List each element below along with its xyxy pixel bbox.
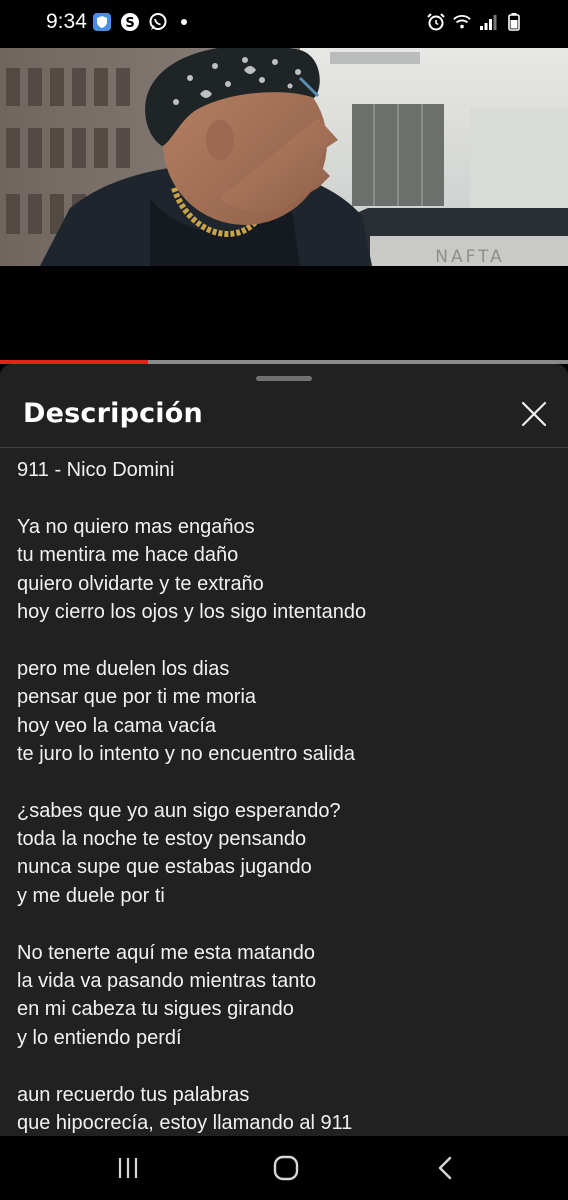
- shield-app-icon: [92, 12, 112, 32]
- video-title-line: 911 - Nico Domini: [17, 459, 175, 481]
- lyric-line: pensar que por ti me moria: [17, 686, 257, 709]
- video-frame[interactable]: NAFTA: [0, 48, 568, 266]
- status-bar: 9:34 S: [0, 0, 568, 48]
- notification-dot-icon: [176, 12, 196, 32]
- lyric-line: y me duele por ti: [17, 884, 165, 907]
- close-icon: [521, 401, 547, 427]
- lyric-line: Ya no quiero mas engaños: [17, 515, 255, 538]
- signal-icon: [478, 12, 498, 32]
- lyric-line: y lo entiendo perdí: [17, 1026, 182, 1049]
- lyric-line: ¿sabes que yo aun sigo esperando?: [17, 799, 341, 822]
- stanza-gap: [17, 768, 557, 796]
- panel-divider: [0, 447, 568, 448]
- stanza-gap: [17, 626, 557, 654]
- lyric-line: aun recuerdo tus palabras: [17, 1083, 250, 1106]
- recent-apps-button[interactable]: [106, 1150, 150, 1186]
- lyric-line: tu mentira me hace daño: [17, 544, 239, 567]
- whatsapp-icon: [148, 12, 168, 32]
- lyric-line: que hipocrecía, estoy llamando al 911: [17, 1111, 353, 1134]
- lyric-line: toda la noche te estoy pensando: [17, 828, 307, 851]
- stanza-gap: [17, 484, 557, 512]
- battery-icon: [504, 12, 524, 32]
- lyric-line: nunca supe que estabas jugando: [17, 856, 312, 879]
- stanza-gap: [17, 910, 557, 938]
- lyric-line: la vida va pasando mientras tanto: [17, 970, 317, 993]
- lyric-line: No tenerte aquí me esta matando: [17, 941, 315, 964]
- lyric-line: pero me duelen los dias: [17, 657, 230, 680]
- s-circle-icon: S: [120, 12, 140, 32]
- home-icon: [273, 1155, 299, 1181]
- nafta-sign-text: NAFTA: [435, 247, 505, 266]
- wifi-icon: [452, 12, 472, 32]
- recent-apps-icon: [118, 1158, 138, 1178]
- description-text: 911 - Nico Domini Ya no quiero mas engañ…: [17, 456, 557, 1136]
- svg-text:S: S: [125, 16, 134, 31]
- lyric-line: quiero olvidarte y te extraño: [17, 572, 264, 595]
- status-time: 9:34: [46, 10, 87, 33]
- navigation-bar: [0, 1136, 568, 1200]
- alarm-icon: [426, 12, 446, 32]
- back-icon: [438, 1156, 452, 1180]
- lyric-line: te juro lo intento y no encuentro salida: [17, 742, 355, 765]
- back-button[interactable]: [424, 1150, 468, 1186]
- panel-title: Descripción: [23, 398, 203, 429]
- stanza-gap: [17, 1052, 557, 1080]
- lyric-line: hoy cierro los ojos y los sigo intentand…: [17, 600, 367, 623]
- close-button[interactable]: [514, 394, 554, 434]
- lyric-line: hoy veo la cama vacía: [17, 714, 216, 737]
- home-button[interactable]: [264, 1150, 308, 1186]
- status-right-icons: [426, 12, 524, 32]
- description-panel: Descripción 911 - Nico Domini Ya no quie…: [0, 364, 568, 1136]
- status-left-icons: S: [92, 12, 196, 32]
- video-thumbnail-image: NAFTA: [0, 48, 568, 266]
- lyric-line: en mi cabeza tu sigues girando: [17, 998, 294, 1021]
- drag-handle[interactable]: [256, 376, 312, 381]
